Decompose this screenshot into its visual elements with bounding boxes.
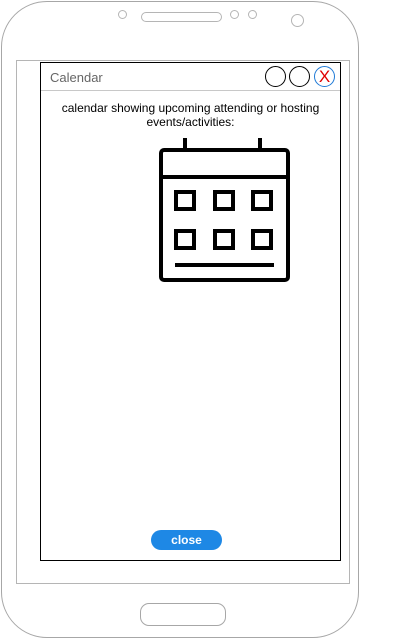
minimize-button[interactable] (265, 66, 286, 87)
home-button[interactable] (140, 603, 226, 626)
calendar-description: calendar showing upcoming attending or h… (61, 101, 320, 129)
window-titlebar: Calendar X (41, 63, 340, 91)
speaker-grille (141, 12, 222, 22)
calendar-icon (159, 138, 290, 282)
sensor-dot-2 (248, 10, 257, 19)
front-camera-dot (118, 10, 127, 19)
sensor-dot-3 (291, 14, 304, 27)
close-button[interactable]: close (151, 530, 222, 550)
calendar-window: Calendar X calendar showing upcoming att… (40, 62, 341, 561)
close-x-icon: X (318, 67, 331, 86)
window-title: Calendar (50, 70, 103, 85)
maximize-button[interactable] (289, 66, 310, 87)
sensor-dot-1 (230, 10, 239, 19)
window-close-button[interactable]: X (314, 66, 335, 87)
